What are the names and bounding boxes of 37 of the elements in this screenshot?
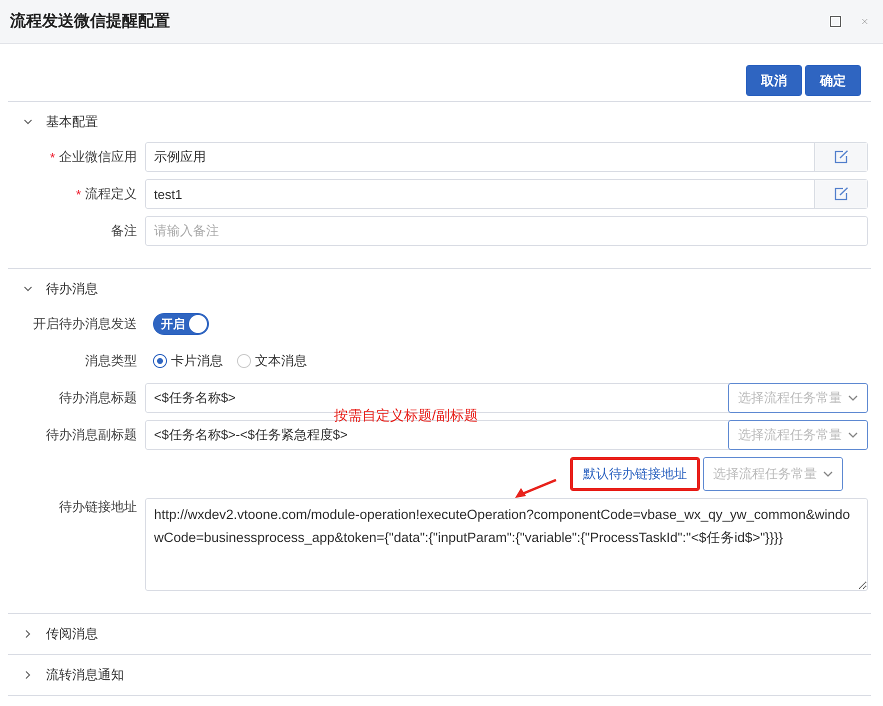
section-title[interactable]: 传阅消息 [46, 625, 98, 643]
radio-option[interactable]: 卡片消息 [153, 352, 223, 370]
chevron-icon[interactable] [24, 630, 32, 638]
section-title[interactable]: 基本配置 [46, 113, 98, 131]
field-label: 消息类型 [85, 352, 137, 370]
caret-icon [848, 432, 858, 438]
input-field[interactable]: test1 [145, 179, 868, 209]
annotation-arrow [514, 479, 558, 499]
required-mark: * [50, 150, 55, 164]
window-title: 流程发送微信提醒配置 [10, 11, 171, 32]
required-mark: * [76, 186, 81, 202]
caret-icon [823, 471, 833, 477]
edit-icon [834, 150, 848, 164]
edit-icon [834, 187, 848, 201]
maximize-icon[interactable] [830, 16, 841, 27]
field-label: 流程定义 [85, 185, 137, 203]
default-link-button[interactable]: 默认待办链接地址 [570, 457, 700, 491]
field-label: 企业微信应用 [59, 148, 137, 166]
toggle-switch[interactable]: 开启 [153, 313, 209, 335]
edit-button[interactable] [814, 180, 867, 208]
section-title[interactable]: 流转消息通知 [46, 666, 124, 684]
input-field[interactable]: 示例应用 [145, 142, 868, 172]
field-label: 待办消息标题 [59, 389, 137, 407]
field-label: 待办消息副标题 [46, 426, 137, 444]
chevron-icon[interactable] [24, 285, 32, 293]
field-label: 开启待办消息发送 [33, 315, 137, 333]
action-button[interactable]: 确定 [805, 65, 861, 96]
link-textarea[interactable]: http://wxdev2.vtoone.com/module-operation!executeOperation?componentCode=vbase_wx_qy_yw_common&windowCode=businessprocess_app&token={"data":{"inputParam":{"variable":{"ProcessTaskId":"<$任务id$>"}}}} [145, 498, 868, 591]
radio-option[interactable]: 文本消息 [237, 352, 307, 370]
chevron-icon[interactable] [24, 671, 32, 679]
caret-icon [848, 395, 858, 401]
field-label: 备注 [111, 222, 137, 240]
field-label: 待办链接地址 [59, 498, 137, 516]
section-title[interactable]: 待办消息 [46, 280, 98, 298]
edit-button[interactable] [814, 143, 867, 171]
chevron-icon[interactable] [24, 118, 32, 126]
action-button[interactable]: 取消 [746, 65, 802, 96]
